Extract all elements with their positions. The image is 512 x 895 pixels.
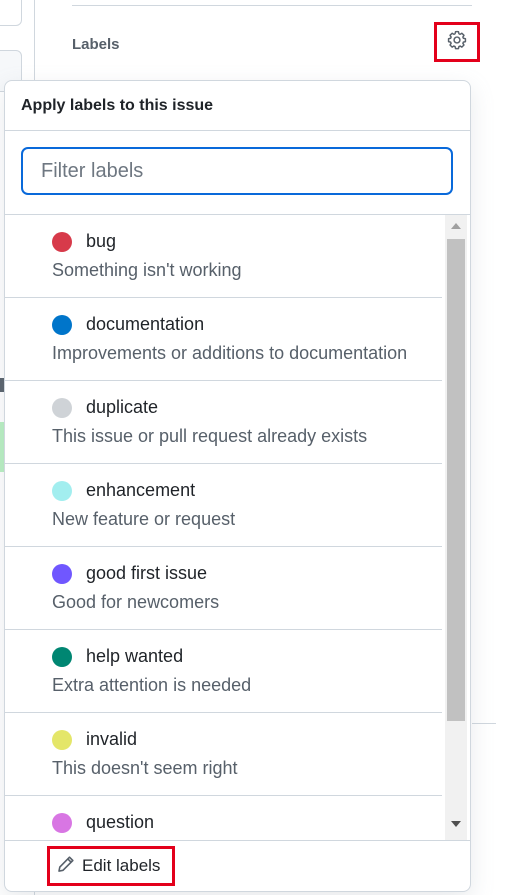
label-color-dot bbox=[52, 647, 72, 667]
label-option-documentation[interactable]: documentation Improvements or additions … bbox=[5, 298, 442, 381]
label-color-dot bbox=[52, 813, 72, 833]
sidebar-divider-lower bbox=[472, 723, 496, 724]
label-description: This issue or pull request already exist… bbox=[52, 426, 368, 446]
edit-labels-button[interactable]: Edit labels bbox=[47, 846, 175, 886]
label-color-dot bbox=[52, 481, 72, 501]
pencil-icon bbox=[56, 854, 76, 879]
label-option-bug[interactable]: bug Something isn't working bbox=[5, 215, 442, 298]
label-description: New feature or request bbox=[52, 509, 236, 529]
label-name: bug bbox=[86, 231, 117, 251]
scroll-up-arrow-icon[interactable] bbox=[451, 223, 461, 229]
label-description: Extra attention is needed bbox=[52, 675, 252, 695]
labels-list: bug Something isn't working documentatio… bbox=[5, 215, 470, 840]
label-name: question bbox=[86, 812, 155, 832]
label-name: invalid bbox=[86, 729, 138, 749]
background-button-fragment bbox=[0, 0, 22, 26]
label-option-help-wanted[interactable]: help wanted Extra attention is needed bbox=[5, 630, 442, 713]
label-description: This doesn't seem right bbox=[52, 758, 238, 778]
label-color-dot bbox=[52, 315, 72, 335]
scroll-down-arrow-icon[interactable] bbox=[451, 821, 461, 827]
label-description: Good for newcomers bbox=[52, 592, 220, 612]
labels-heading: Labels bbox=[72, 36, 120, 53]
label-name: good first issue bbox=[86, 563, 208, 583]
label-color-dot bbox=[52, 398, 72, 418]
label-option-question[interactable]: question bbox=[5, 796, 442, 840]
label-option-good-first-issue[interactable]: good first issue Good for newcomers bbox=[5, 547, 442, 630]
label-color-dot bbox=[52, 730, 72, 750]
filter-section bbox=[5, 131, 470, 215]
label-name: enhancement bbox=[86, 480, 196, 500]
label-option-invalid[interactable]: invalid This doesn't seem right bbox=[5, 713, 442, 796]
labels-popover: Apply labels to this issue bug Something… bbox=[4, 80, 471, 892]
labels-settings-button[interactable] bbox=[434, 22, 480, 62]
label-description: Improvements or additions to documentati… bbox=[52, 343, 408, 363]
scrollbar-thumb[interactable] bbox=[447, 239, 465, 721]
sidebar-divider bbox=[72, 5, 472, 6]
edit-labels-label: Edit labels bbox=[82, 856, 161, 875]
popover-title: Apply labels to this issue bbox=[5, 81, 470, 131]
label-color-dot bbox=[52, 232, 72, 252]
label-name: help wanted bbox=[86, 646, 184, 666]
label-option-duplicate[interactable]: duplicate This issue or pull request alr… bbox=[5, 381, 442, 464]
gear-icon bbox=[446, 29, 468, 56]
label-color-dot bbox=[52, 564, 72, 584]
label-description: Something isn't working bbox=[52, 260, 242, 280]
label-option-enhancement[interactable]: enhancement New feature or request bbox=[5, 464, 442, 547]
label-name: duplicate bbox=[86, 397, 159, 417]
popover-footer: Edit labels bbox=[5, 840, 470, 891]
label-name: documentation bbox=[86, 314, 205, 334]
filter-labels-input[interactable] bbox=[21, 147, 453, 195]
